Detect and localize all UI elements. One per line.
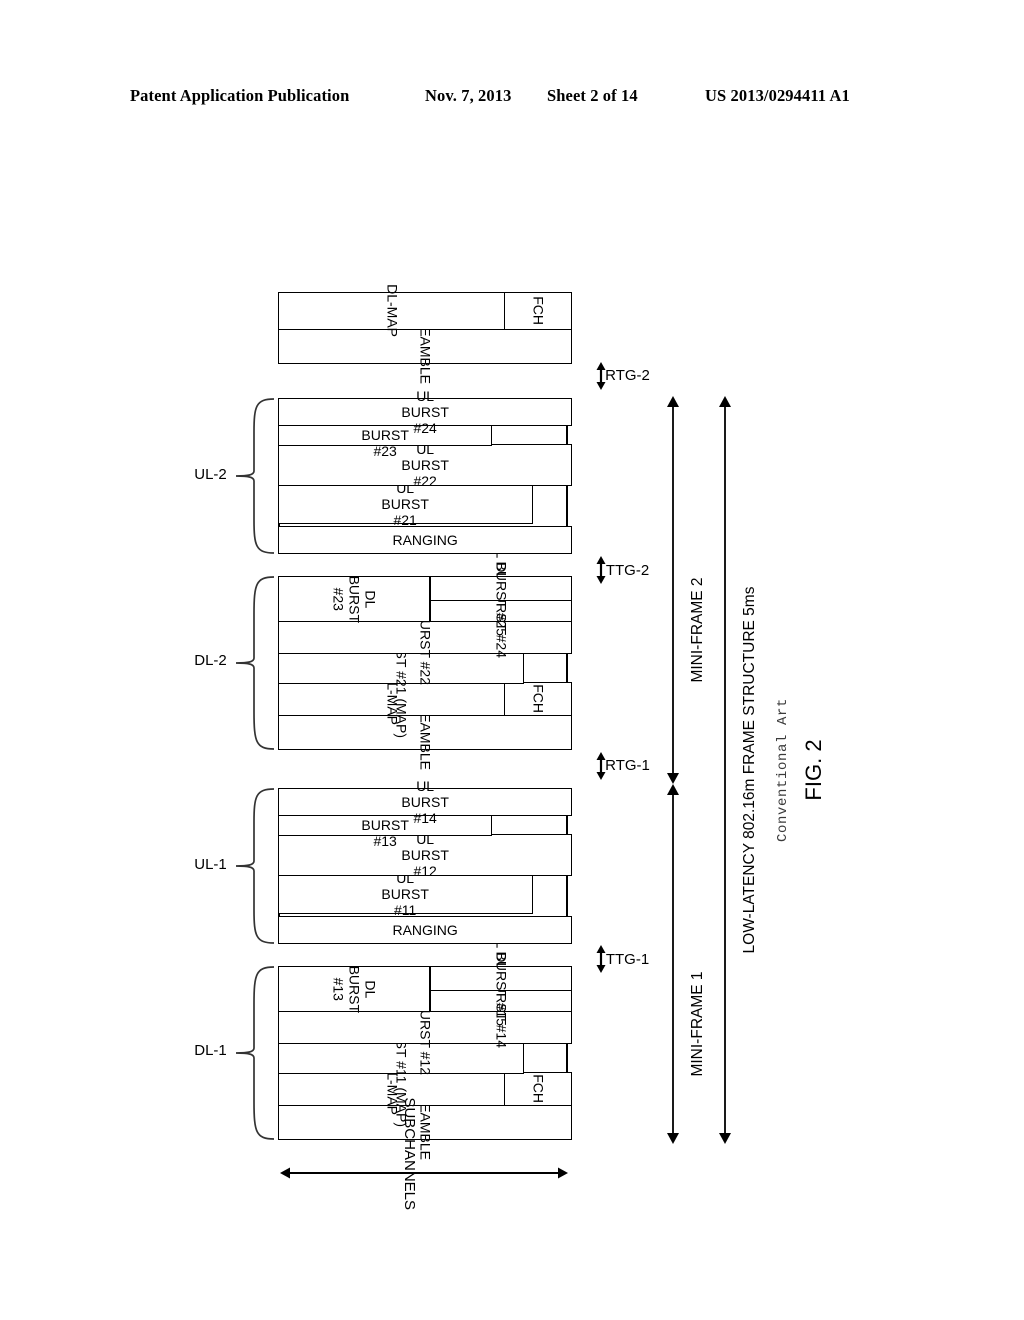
dl2-brace xyxy=(232,574,276,752)
dl3-partial-block: PREAMBLE DL-MAP FCH xyxy=(278,285,572,384)
dl3-dlmap: DL-MAP xyxy=(278,285,506,337)
ul1-subframe-block: RANGING UL BURST #11 UL BURST #12 UL BUR… xyxy=(278,778,572,944)
conventional-art-caption: Conventional Art xyxy=(775,697,791,843)
ul2-burst-22: UL BURST #22 xyxy=(278,441,572,489)
subchannels-axis-arrow xyxy=(280,1162,573,1184)
ul1-burst-11: UL BURST #11 xyxy=(278,870,533,918)
ul2-subframe-block: RANGING UL BURST #21 UL BURST #22 UL BUR… xyxy=(278,388,572,554)
ul1-group-label: UL-1 xyxy=(193,856,227,874)
ttg-2-label: TTG-2 xyxy=(605,561,649,579)
header-publication: Patent Application Publication xyxy=(130,86,350,105)
subchannels-axis-label: SUBCHANNELS xyxy=(400,1097,418,1211)
dl1-burst-15: DL BURST #15 xyxy=(430,931,572,1026)
dl1-preamble: PREAMBLE xyxy=(278,1084,572,1160)
header-date: Nov. 7, 2013 xyxy=(425,86,512,105)
figure-2-drawing: PREAMBLE DL-MAP FCH DL BURST #11 (MAP) D… xyxy=(192,260,832,1211)
dl1-brace xyxy=(232,964,276,1142)
dl2-dlmap: DL-MAP xyxy=(278,673,506,725)
header-sheet: Sheet 2 of 14 xyxy=(547,86,638,105)
ul2-group-label: UL-2 xyxy=(193,466,227,484)
ul2-burst-24: UL BURST #24 xyxy=(278,388,572,436)
figure-number-caption: FIG. 2 xyxy=(801,739,826,801)
dl3-fch: FCH xyxy=(504,292,572,330)
dl2-burst-21: DL BURST #21 (MAP) xyxy=(278,598,524,738)
miniframe-2-label: MINI-FRAME 2 xyxy=(689,577,706,683)
dl1-burst-11: DL BURST #11 (MAP) xyxy=(278,989,524,1127)
ul2-brace xyxy=(232,396,276,556)
miniframe-2-arrow xyxy=(662,396,689,784)
dl2-fch: FCH xyxy=(504,682,572,716)
miniframe-1-arrow xyxy=(662,784,689,1144)
rtg-1-label: RTG-1 xyxy=(604,757,650,775)
header-patent-number: US 2013/0294411 A1 xyxy=(705,86,850,105)
ttg-1-label: TTG-1 xyxy=(605,950,649,968)
dl1-burst-13: DL BURST #13 xyxy=(278,965,430,1013)
ul1-burst-14: UL BURST #14 xyxy=(278,778,572,826)
ul1-ranging: RANGING xyxy=(278,916,572,944)
dl1-group-label: DL-1 xyxy=(193,1042,227,1060)
dl2-subframe-block: PREAMBLE DL-MAP FCH DL BURST #21 (MAP) D… xyxy=(278,541,572,770)
miniframe-1-label: MINI-FRAME 1 xyxy=(689,971,706,1077)
dl1-dlmap: DL-MAP xyxy=(278,1063,506,1115)
ul1-burst-12: UL BURST #12 xyxy=(278,831,572,879)
ul2-burst-23: UL BURST #23 xyxy=(278,411,492,459)
ul2-burst-21: UL BURST #21 xyxy=(278,480,533,528)
rtg-2-label: RTG-2 xyxy=(604,367,650,385)
dl1-subframe-block: PREAMBLE DL-MAP FCH DL BURST #11 (MAP) D… xyxy=(278,931,572,1160)
dl3-preamble: PREAMBLE xyxy=(278,308,572,384)
dl1-fch: FCH xyxy=(504,1072,572,1106)
dl2-burst-25: DL BURST #25 xyxy=(430,541,572,636)
dl2-group-label: DL-2 xyxy=(193,652,227,670)
full-frame-arrow xyxy=(714,396,741,1144)
ul2-ranging: RANGING xyxy=(278,526,572,554)
full-frame-label: LOW-LATENCY 802.16m FRAME STRUCTURE 5ms xyxy=(741,586,758,954)
ul1-burst-13: UL BURST #13 xyxy=(278,801,492,849)
dl1-burst-12: DL BURST #12 xyxy=(278,979,572,1075)
dl2-preamble: PREAMBLE xyxy=(278,694,572,770)
dl2-burst-23: DL BURST #23 xyxy=(278,575,430,623)
ul1-brace xyxy=(232,786,276,946)
dl2-burst-22: DL BURST #22 xyxy=(278,589,572,685)
